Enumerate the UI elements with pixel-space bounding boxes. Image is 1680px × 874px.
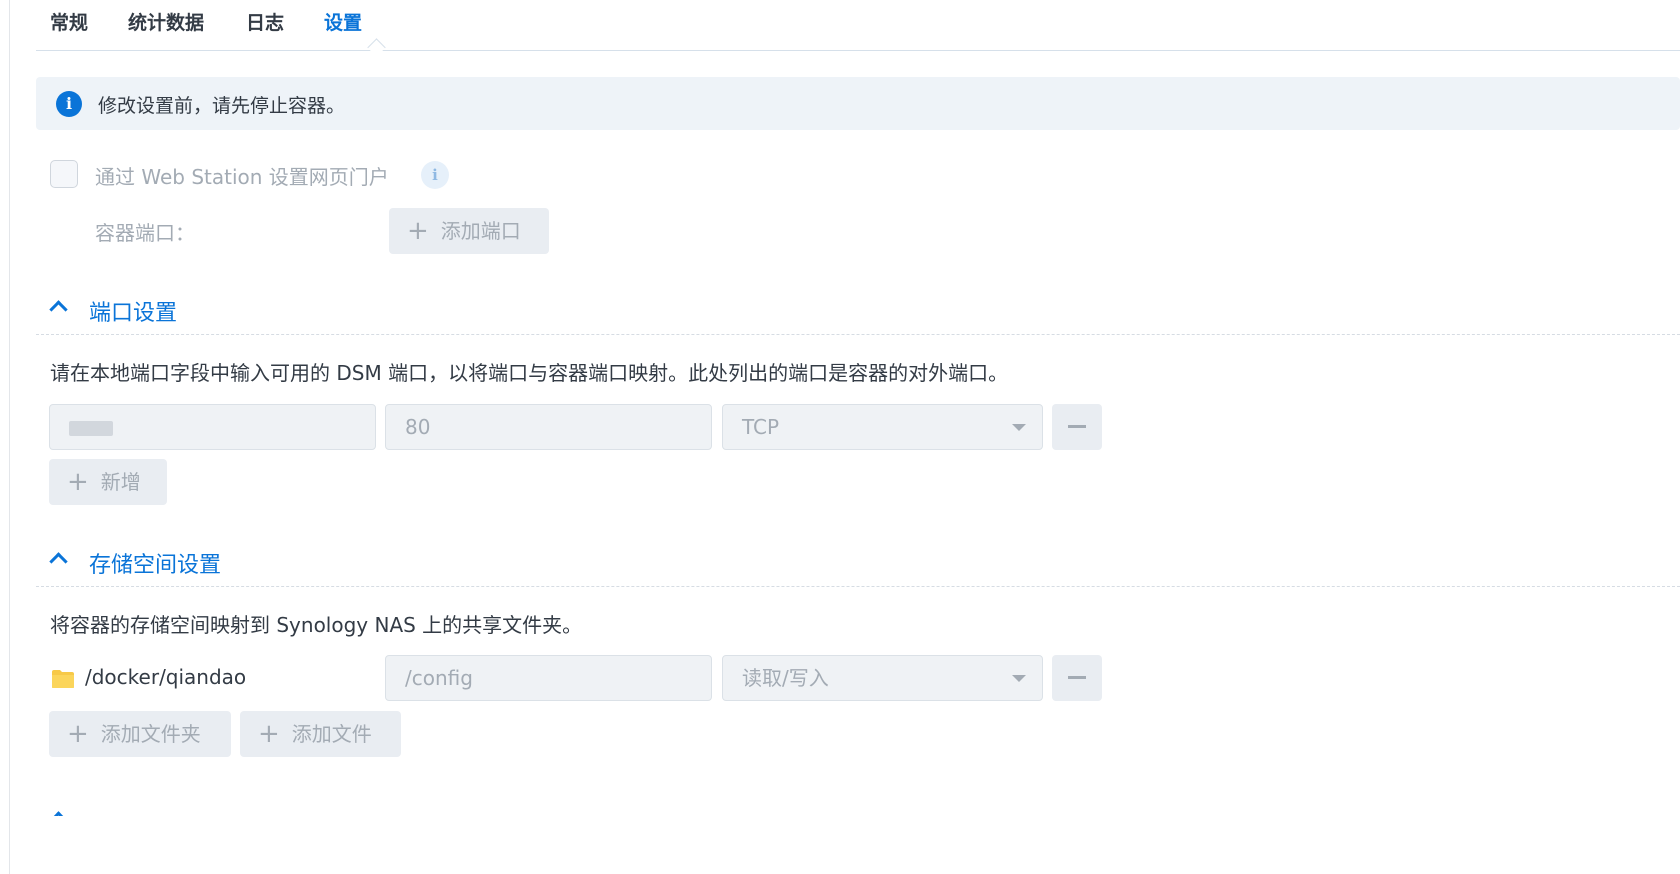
banner-text: 修改设置前，请先停止容器。: [98, 95, 346, 117]
remove-port-button[interactable]: [1052, 404, 1102, 450]
tab-log[interactable]: 日志: [246, 8, 284, 35]
mount-path-value: /config: [405, 666, 473, 690]
tab-settings[interactable]: 设置: [324, 8, 362, 35]
add-folder-button[interactable]: + 添加文件夹: [49, 711, 231, 757]
minus-icon: [1068, 425, 1086, 428]
container-settings-page: 常规 统计数据 日志 设置 i 修改设置前，请先停止容器。 通过 Web Sta…: [0, 0, 1680, 874]
container-port-input[interactable]: 80: [385, 404, 712, 450]
access-mode-value: 读取/写入: [742, 666, 829, 690]
mount-path-input[interactable]: /config: [385, 655, 712, 701]
plus-icon: +: [67, 719, 89, 749]
protocol-value: TCP: [742, 415, 780, 439]
active-tab-indicator: [367, 38, 386, 57]
info-icon: i: [56, 91, 82, 117]
chevron-up-icon: [49, 300, 68, 319]
folder-icon: [52, 670, 74, 688]
next-section-header-partial: [36, 806, 236, 816]
port-settings-description: 请在本地端口字段中输入可用的 DSM 端口，以将端口与容器端口映射。此处列出的端…: [50, 361, 1009, 385]
web-station-label: 通过 Web Station 设置网页门户: [95, 165, 389, 189]
chevron-up-icon: [49, 811, 68, 816]
add-port-button[interactable]: + 添加端口: [389, 208, 549, 254]
info-banner: i 修改设置前，请先停止容器。: [36, 77, 1680, 130]
access-mode-select[interactable]: 读取/写入: [722, 655, 1043, 701]
tab-statistics[interactable]: 统计数据: [128, 8, 204, 35]
chevron-up-icon: [49, 552, 68, 571]
container-port-value: 80: [405, 415, 431, 439]
remove-volume-button[interactable]: [1052, 655, 1102, 701]
info-icon[interactable]: i: [421, 161, 449, 189]
folder-path[interactable]: /docker/qiandao: [85, 665, 246, 689]
tab-general[interactable]: 常规: [50, 8, 88, 35]
port-settings-header[interactable]: 端口设置: [36, 286, 1680, 335]
plus-icon: +: [258, 719, 280, 749]
storage-settings-title: 存储空间设置: [89, 553, 222, 578]
chevron-down-icon: [1012, 675, 1026, 682]
redacted-value: [69, 421, 113, 436]
local-port-input[interactable]: [49, 404, 376, 450]
tab-bar: 常规 统计数据 日志 设置: [36, 0, 1680, 57]
plus-icon: +: [407, 216, 429, 246]
add-label: 新增: [100, 470, 141, 494]
port-settings-title: 端口设置: [89, 301, 178, 326]
add-file-label: 添加文件: [291, 722, 372, 746]
add-port-mapping-button[interactable]: + 新增: [49, 459, 167, 505]
add-folder-label: 添加文件夹: [100, 722, 201, 746]
container-port-label: 容器端口：: [95, 221, 195, 245]
plus-icon: +: [67, 467, 89, 497]
add-port-label: 添加端口: [440, 219, 521, 243]
protocol-select[interactable]: TCP: [722, 404, 1043, 450]
web-station-checkbox[interactable]: [50, 160, 78, 188]
storage-settings-description: 将容器的存储空间映射到 Synology NAS 上的共享文件夹。: [50, 613, 583, 637]
panel-border: [9, 0, 10, 874]
storage-settings-header[interactable]: 存储空间设置: [36, 538, 1680, 587]
add-file-button[interactable]: + 添加文件: [240, 711, 401, 757]
minus-icon: [1068, 676, 1086, 679]
chevron-down-icon: [1012, 424, 1026, 431]
